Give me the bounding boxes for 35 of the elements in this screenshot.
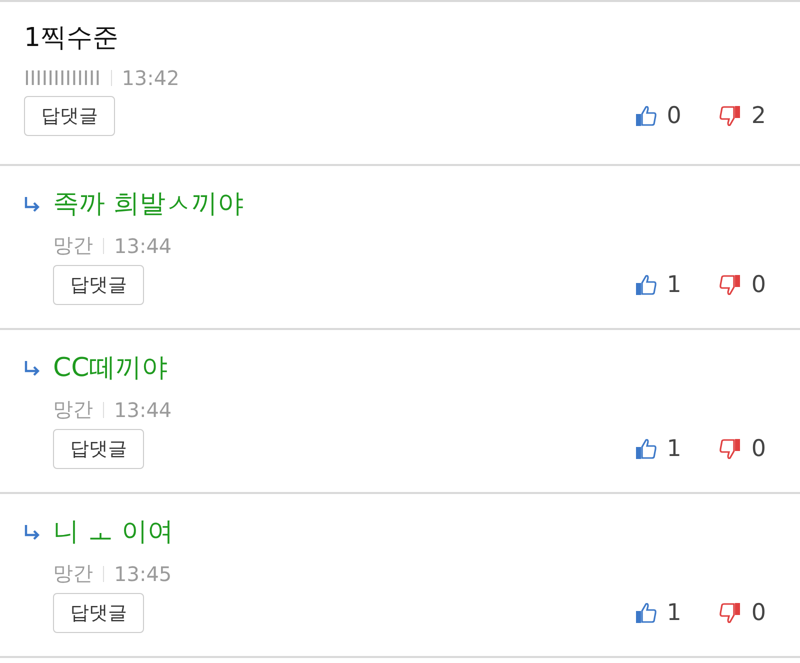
thumbs-up-icon[interactable] bbox=[634, 438, 657, 460]
author-name: IIIIIIIIIIIII bbox=[24, 66, 101, 90]
comment-time: 13:45 bbox=[114, 562, 172, 586]
thumbs-up-icon[interactable] bbox=[634, 105, 657, 127]
thumbs-up-icon[interactable] bbox=[634, 274, 657, 296]
like-count: 1 bbox=[666, 436, 682, 462]
dislike-count: 0 bbox=[751, 272, 766, 298]
comment-time: 13:44 bbox=[114, 398, 172, 422]
thumbs-down-icon[interactable] bbox=[719, 602, 742, 624]
comment-text: 1찍수준 bbox=[24, 22, 120, 55]
comment-time: 13:42 bbox=[122, 66, 180, 90]
thumbs-down-icon[interactable] bbox=[719, 105, 742, 127]
comment-text: 족까 희발ㅅ끼야 bbox=[53, 188, 244, 221]
dislike-count: 0 bbox=[751, 436, 766, 462]
reply-button[interactable]: 답댓글 bbox=[53, 593, 144, 633]
thumbs-down-icon[interactable] bbox=[719, 438, 742, 460]
reply-button[interactable]: 답댓글 bbox=[53, 429, 144, 469]
thumbs-up-icon[interactable] bbox=[634, 602, 657, 624]
like-count: 1 bbox=[666, 272, 682, 298]
comment-text: CC떼끼야 bbox=[53, 352, 168, 385]
reply-arrow-icon bbox=[24, 196, 42, 214]
comment-time: 13:44 bbox=[114, 234, 172, 258]
dislike-count: 2 bbox=[751, 103, 766, 129]
reply-arrow-icon bbox=[24, 524, 42, 542]
author-name: 망간 bbox=[53, 396, 93, 423]
comment-text: 니 ㅗ 이여 bbox=[53, 516, 175, 549]
author-name: 망간 bbox=[53, 560, 93, 587]
reply-arrow-icon bbox=[24, 360, 42, 378]
reply-button[interactable]: 답댓글 bbox=[53, 265, 144, 305]
like-count: 1 bbox=[666, 600, 682, 626]
author-name: 망간 bbox=[53, 232, 93, 259]
like-count: 0 bbox=[666, 103, 682, 129]
dislike-count: 0 bbox=[751, 600, 766, 626]
thumbs-down-icon[interactable] bbox=[719, 274, 742, 296]
reply-button[interactable]: 답댓글 bbox=[24, 96, 115, 136]
